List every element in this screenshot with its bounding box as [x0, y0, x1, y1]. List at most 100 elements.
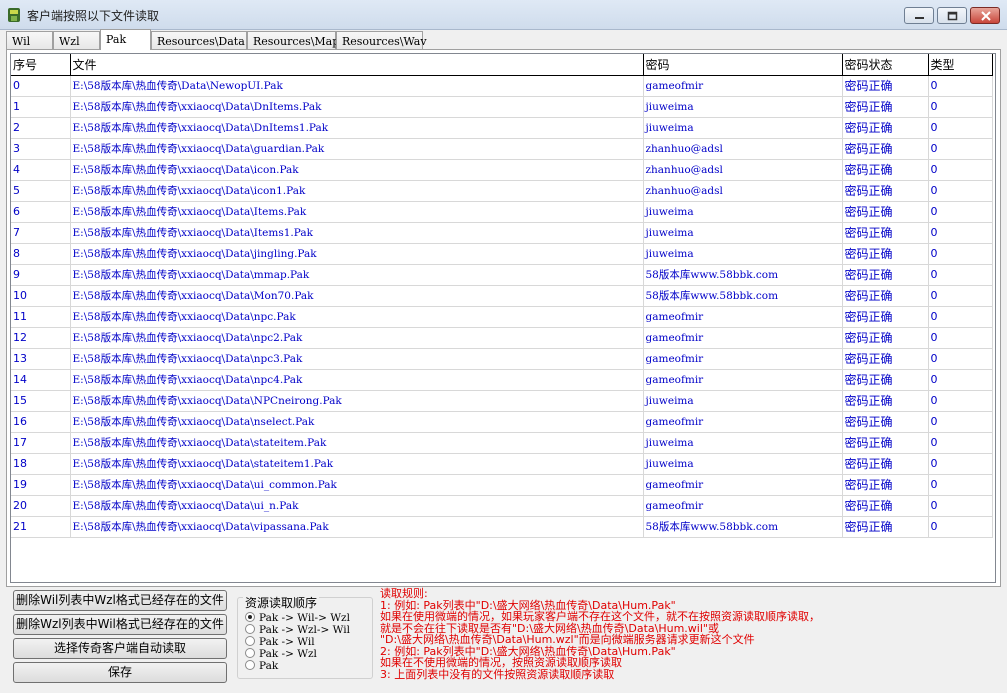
read-rules: 读取规则: 1: 例如: Pak列表中"D:\盛大网络\热血传奇\Data\Hum…: [380, 588, 820, 680]
table-row[interactable]: 17 E:\58版本库\热血传奇\xxiaocq\Data\stateitem.P…: [11, 432, 993, 454]
table-row[interactable]: 13 E:\58版本库\热血传奇\xxiaocq\Data\npc3.Pak gam…: [11, 348, 993, 370]
close-button[interactable]: [970, 7, 1000, 24]
file-list-grid[interactable]: 序号 文件 密码 密码状态 类型 0 E:\58版本库\热血传奇\Data\New…: [10, 53, 996, 583]
row-password: jiuweima: [643, 222, 843, 244]
row-password: gameofmir: [643, 348, 843, 370]
row-password-status: 密码正确: [842, 411, 929, 433]
header-index[interactable]: 序号: [11, 54, 71, 76]
row-index: 0: [11, 75, 71, 97]
row-file-path: E:\58版本库\热血传奇\xxiaocq\Data\npc4.Pak: [70, 369, 644, 391]
row-file-path: E:\58版本库\热血传奇\xxiaocq\Data\DnItems.Pak: [70, 96, 644, 118]
row-type: 0: [928, 390, 993, 412]
table-row[interactable]: 8 E:\58版本库\热血传奇\xxiaocq\Data\jingling.Pak…: [11, 243, 993, 265]
row-file-path: E:\58版本库\热血传奇\xxiaocq\Data\npc3.Pak: [70, 348, 644, 370]
radio-button-icon[interactable]: [245, 660, 255, 670]
header-file[interactable]: 文件: [70, 54, 644, 76]
row-type: 0: [928, 453, 993, 475]
resource-order-option[interactable]: Pak -> Wzl-> Wil: [245, 624, 350, 636]
tab-resources-wav[interactable]: Resources\Wav: [336, 31, 427, 50]
table-row[interactable]: 12 E:\58版本库\热血传奇\xxiaocq\Data\npc2.Pak gam…: [11, 327, 993, 349]
row-password-status: 密码正确: [842, 222, 929, 244]
radio-button-icon[interactable]: [245, 648, 255, 658]
tab-pak[interactable]: Pak: [100, 29, 151, 50]
rule-line: "D:\盛大网络\热血传奇\Data\Hum.wzl"而是向微端服务器请求更新这…: [380, 633, 755, 646]
resource-order-option[interactable]: Pak: [245, 660, 278, 672]
row-file-path: E:\58版本库\热血传奇\xxiaocq\Data\ui_common.Pak: [70, 474, 644, 496]
maximize-button[interactable]: [937, 7, 967, 24]
row-password: jiuweima: [643, 201, 843, 223]
resource-order-option[interactable]: Pak -> Wil: [245, 636, 315, 648]
table-header-row: 序号 文件 密码 密码状态 类型: [11, 54, 993, 76]
row-password-status: 密码正确: [842, 516, 929, 538]
delete-wzl-duplicates-button[interactable]: 删除Wzl列表中Wil格式已经存在的文件: [13, 614, 227, 635]
table-row[interactable]: 0 E:\58版本库\热血传奇\Data\NewopUI.Pak gameofmir…: [11, 75, 993, 97]
row-password: zhanhuo@adsl: [643, 138, 843, 160]
table-row[interactable]: 11 E:\58版本库\热血传奇\xxiaocq\Data\npc.Pak game…: [11, 306, 993, 328]
row-password-status: 密码正确: [842, 453, 929, 475]
row-index: 15: [11, 390, 71, 412]
file-table: 序号 文件 密码 密码状态 类型 0 E:\58版本库\热血传奇\Data\New…: [11, 54, 993, 538]
row-type: 0: [928, 432, 993, 454]
table-row[interactable]: 16 E:\58版本库\热血传奇\xxiaocq\Data\nselect.Pak…: [11, 411, 993, 433]
table-row[interactable]: 7 E:\58版本库\热血传奇\xxiaocq\Data\Items1.Pak ji…: [11, 222, 993, 244]
table-row[interactable]: 14 E:\58版本库\热血传奇\xxiaocq\Data\npc4.Pak gam…: [11, 369, 993, 391]
row-password: jiuweima: [643, 453, 843, 475]
table-row[interactable]: 21 E:\58版本库\热血传奇\xxiaocq\Data\vipassana.P…: [11, 516, 993, 538]
minimize-button[interactable]: [904, 7, 934, 24]
header-type[interactable]: 类型: [928, 54, 993, 76]
row-index: 12: [11, 327, 71, 349]
tab-resources-data[interactable]: Resources\Data: [151, 31, 247, 50]
delete-wil-duplicates-button[interactable]: 删除Wil列表中Wzl格式已经存在的文件: [13, 590, 227, 611]
row-type: 0: [928, 495, 993, 517]
row-file-path: E:\58版本库\热血传奇\Data\NewopUI.Pak: [70, 75, 644, 97]
table-row[interactable]: 5 E:\58版本库\热血传奇\xxiaocq\Data\icon1.Pak zha…: [11, 180, 993, 202]
row-password: 58版本库www.58bbk.com: [643, 264, 843, 286]
table-row[interactable]: 6 E:\58版本库\热血传奇\xxiaocq\Data\Items.Pak jiu…: [11, 201, 993, 223]
minimize-icon: [915, 17, 924, 19]
auto-read-client-button[interactable]: 选择传奇客户端自动读取: [13, 638, 227, 659]
save-button[interactable]: 保存: [13, 662, 227, 683]
table-row[interactable]: 20 E:\58版本库\热血传奇\xxiaocq\Data\ui_n.Pak gam…: [11, 495, 993, 517]
row-password-status: 密码正确: [842, 348, 929, 370]
table-row[interactable]: 4 E:\58版本库\热血传奇\xxiaocq\Data\icon.Pak zhan…: [11, 159, 993, 181]
table-body: 0 E:\58版本库\热血传奇\Data\NewopUI.Pak gameofmir…: [11, 75, 993, 538]
row-index: 10: [11, 285, 71, 307]
table-row[interactable]: 10 E:\58版本库\热血传奇\xxiaocq\Data\Mon70.Pak 58…: [11, 285, 993, 307]
tab-resources-map[interactable]: Resources\Map: [247, 31, 339, 50]
tab-wil[interactable]: Wil: [6, 31, 53, 50]
row-type: 0: [928, 516, 993, 538]
tab-wzl[interactable]: Wzl: [53, 31, 100, 50]
close-icon: [981, 11, 991, 21]
table-row[interactable]: 3 E:\58版本库\热血传奇\xxiaocq\Data\guardian.Pak…: [11, 138, 993, 160]
radio-button-icon[interactable]: [245, 624, 255, 634]
row-index: 2: [11, 117, 71, 139]
table-row[interactable]: 2 E:\58版本库\热血传奇\xxiaocq\Data\DnItems1.Pak…: [11, 117, 993, 139]
table-row[interactable]: 15 E:\58版本库\热血传奇\xxiaocq\Data\NPCneirong.…: [11, 390, 993, 412]
header-password[interactable]: 密码: [643, 54, 843, 76]
row-password: zhanhuo@adsl: [643, 180, 843, 202]
rule-line: 3: 上面列表中没有的文件按照资源读取顺序读取: [380, 667, 615, 681]
row-type: 0: [928, 369, 993, 391]
row-index: 20: [11, 495, 71, 517]
row-index: 1: [11, 96, 71, 118]
resource-order-option[interactable]: Pak -> Wil-> Wzl: [245, 612, 350, 624]
row-index: 17: [11, 432, 71, 454]
resource-order-option[interactable]: Pak -> Wzl: [245, 648, 317, 660]
radio-button-icon[interactable]: [245, 612, 255, 622]
row-password: gameofmir: [643, 474, 843, 496]
table-row[interactable]: 18 E:\58版本库\热血传奇\xxiaocq\Data\stateitem1.…: [11, 453, 993, 475]
row-password: gameofmir: [643, 327, 843, 349]
table-row[interactable]: 1 E:\58版本库\热血传奇\xxiaocq\Data\DnItems.Pak j…: [11, 96, 993, 118]
row-type: 0: [928, 180, 993, 202]
resource-order-option-label: Pak -> Wzl: [259, 648, 317, 660]
row-password: jiuweima: [643, 117, 843, 139]
header-password-status[interactable]: 密码状态: [842, 54, 929, 76]
radio-button-icon[interactable]: [245, 636, 255, 646]
rule-line: 如果在使用微端的情况，如果玩家客户端不存在这个文件，就不在按照资源读取顺序读取，: [380, 610, 820, 623]
row-index: 18: [11, 453, 71, 475]
table-row[interactable]: 9 E:\58版本库\热血传奇\xxiaocq\Data\mmap.Pak 58版本…: [11, 264, 993, 286]
row-password-status: 密码正确: [842, 474, 929, 496]
row-index: 6: [11, 201, 71, 223]
resource-order-option-label: Pak -> Wil-> Wzl: [259, 612, 350, 624]
table-row[interactable]: 19 E:\58版本库\热血传奇\xxiaocq\Data\ui_common.P…: [11, 474, 993, 496]
